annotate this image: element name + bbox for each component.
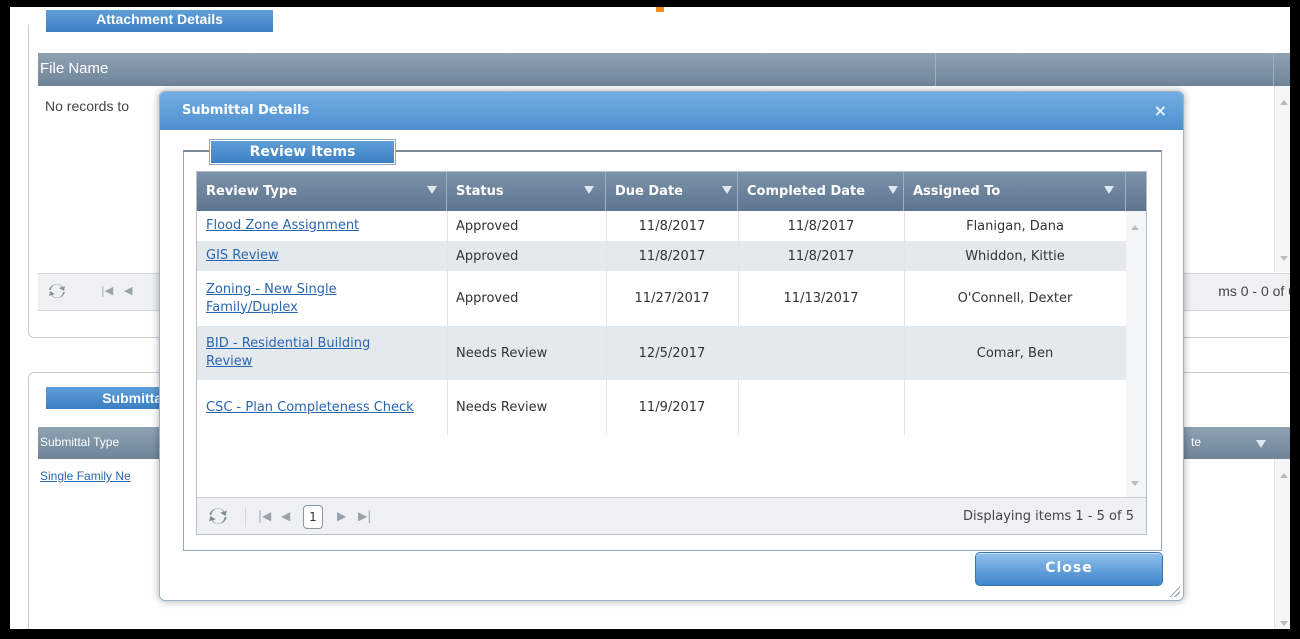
review-type-link[interactable]: Zoning - New Single Family/Duplex xyxy=(206,281,397,317)
column-header-status[interactable]: Status xyxy=(447,172,606,211)
first-page-icon[interactable]: |◀ xyxy=(258,509,271,523)
submittal-filter-icon[interactable] xyxy=(1256,440,1266,448)
column-header-due-date[interactable]: Due Date xyxy=(606,172,738,211)
next-page-icon[interactable]: ▶ xyxy=(337,509,346,523)
assigned-to-cell xyxy=(904,380,1126,435)
due-date-cell: 12/5/2017 xyxy=(638,345,706,361)
column-header-completed-date[interactable]: Completed Date xyxy=(738,172,904,211)
status-cell: Needs Review xyxy=(456,400,548,415)
filter-icon[interactable] xyxy=(722,186,732,194)
grid-header: Review Type Status Due Date Completed Da… xyxy=(197,172,1146,211)
assigned-to-cell: Flanigan, Dana xyxy=(966,218,1064,234)
status-cell: Approved xyxy=(456,218,519,234)
submittal-legend: Submittal xyxy=(46,387,172,409)
due-date-cell: 11/8/2017 xyxy=(638,248,706,264)
due-date-cell: 11/8/2017 xyxy=(638,218,706,234)
assigned-to-cell: Whiddon, Kittie xyxy=(965,248,1065,264)
attachment-first-page-icon[interactable]: |◀ xyxy=(101,284,113,297)
table-row: CSC - Plan Completeness Check Needs Revi… xyxy=(197,380,1126,435)
dialog-title: Submittal Details xyxy=(182,103,310,118)
submittal-scrollbar[interactable] xyxy=(1274,459,1290,629)
dialog-title-bar: Submittal Details × xyxy=(160,92,1183,130)
table-row: Flood Zone Assignment Approved 11/8/2017… xyxy=(197,211,1126,241)
orange-marker xyxy=(656,7,664,12)
column-header-review-type[interactable]: Review Type xyxy=(197,172,447,211)
filter-icon[interactable] xyxy=(1104,186,1114,194)
status-cell: Approved xyxy=(456,248,519,264)
table-row: BID - Residential Building Review Needs … xyxy=(197,326,1126,380)
attachment-scrollbar[interactable] xyxy=(1274,86,1290,272)
status-cell: Needs Review xyxy=(456,345,548,361)
completed-date-cell xyxy=(738,380,904,435)
status-cell: Approved xyxy=(456,291,519,306)
close-button[interactable]: Close xyxy=(975,552,1163,586)
attachment-prev-page-icon[interactable]: ◀ xyxy=(124,284,132,297)
filter-icon[interactable] xyxy=(888,186,898,194)
filter-icon[interactable] xyxy=(427,186,437,194)
attachment-pager-text: ms 0 - 0 of 0 xyxy=(1218,283,1296,299)
due-date-cell: 11/27/2017 xyxy=(634,291,710,306)
review-items-grid: Review Type Status Due Date Completed Da… xyxy=(196,171,1147,535)
review-type-link[interactable]: BID - Residential Building Review xyxy=(206,335,407,371)
filter-icon[interactable] xyxy=(584,186,594,194)
refresh-icon[interactable] xyxy=(207,505,229,527)
grid-scrollbar[interactable] xyxy=(1126,211,1146,497)
assigned-to-cell: O'Connell, Dexter xyxy=(957,291,1073,306)
close-icon[interactable]: × xyxy=(1154,92,1167,130)
file-name-header: File Name xyxy=(40,60,109,77)
submittal-type-header: Submittal Type xyxy=(40,435,120,449)
attachment-refresh-icon[interactable] xyxy=(47,281,67,301)
column-header-assigned-to[interactable]: Assigned To xyxy=(904,172,1126,211)
assigned-to-cell: Comar, Ben xyxy=(976,345,1054,361)
pager-summary: Displaying items 1 - 5 of 5 xyxy=(963,509,1134,524)
grid-pager: |◀ ◀ 1 ▶ ▶| Displaying items 1 - 5 of 5 xyxy=(197,497,1146,534)
last-page-icon[interactable]: ▶| xyxy=(358,509,371,523)
attachment-grid-header: File Name xyxy=(38,53,1290,86)
attachment-details-legend: Attachment Details xyxy=(46,10,273,32)
window-frame: Attachment Details File Name No records … xyxy=(0,0,1300,639)
review-type-link[interactable]: Flood Zone Assignment xyxy=(206,217,359,235)
completed-date-cell: 11/13/2017 xyxy=(783,291,859,306)
table-row: Zoning - New Single Family/Duplex Approv… xyxy=(197,271,1126,326)
table-row: GIS Review Approved 11/8/2017 11/8/2017 … xyxy=(197,241,1126,271)
no-records-text: No records to xyxy=(45,98,130,114)
review-type-link[interactable]: GIS Review xyxy=(206,247,279,265)
completed-date-cell: 11/8/2017 xyxy=(787,218,855,234)
submittal-right-header: te xyxy=(1191,435,1202,449)
due-date-cell: 11/9/2017 xyxy=(638,400,706,415)
completed-date-cell xyxy=(738,326,904,380)
review-items-legend: Review Items xyxy=(209,139,396,165)
review-type-link[interactable]: CSC - Plan Completeness Check xyxy=(206,399,414,417)
prev-page-icon[interactable]: ◀ xyxy=(281,509,290,523)
resize-grip-icon[interactable] xyxy=(1168,585,1180,597)
submittal-type-link[interactable]: Single Family Ne xyxy=(40,469,131,483)
current-page-button[interactable]: 1 xyxy=(303,505,323,529)
submittal-details-dialog: Submittal Details × Review Items Review … xyxy=(159,91,1184,601)
completed-date-cell: 11/8/2017 xyxy=(787,248,855,264)
